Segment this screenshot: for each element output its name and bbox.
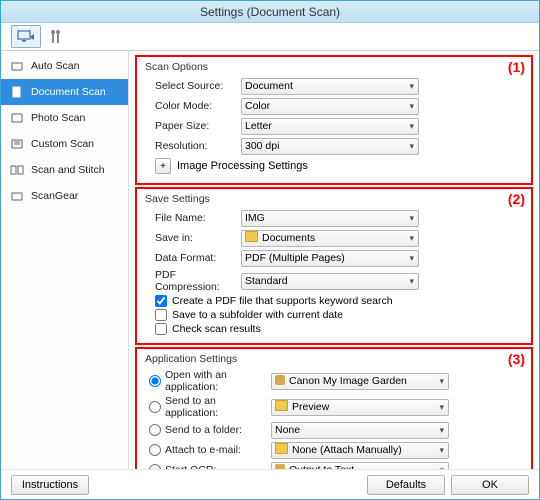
send-to-application-radio[interactable] <box>149 401 161 413</box>
paper-size-label: Paper Size: <box>145 120 241 132</box>
folder-icon <box>275 400 288 414</box>
sidebar-item-label: Auto Scan <box>31 60 79 72</box>
attach-to-email-radio[interactable] <box>149 444 161 456</box>
application-settings-section: (3) Application Settings Open with an ap… <box>135 347 533 469</box>
sidebar-item-label: Document Scan <box>31 86 106 98</box>
attach-to-email-dropdown[interactable]: None (Attach Manually) <box>271 442 449 459</box>
main-panel: (1) Scan Options Select Source: Document… <box>129 51 539 469</box>
start-ocr-radio[interactable] <box>149 464 161 469</box>
send-to-folder-radio[interactable] <box>149 424 161 436</box>
settings-window: Settings (Document Scan) <box>0 0 540 500</box>
sidebar: Auto Scan Document Scan Photo Scan Custo… <box>1 51 129 469</box>
send-to-folder-option[interactable]: Send to a folder: <box>145 424 271 436</box>
document-scan-icon <box>9 84 25 100</box>
save-in-label: Save in: <box>145 232 241 244</box>
expand-image-processing-button[interactable]: + <box>155 158 171 174</box>
open-with-application-radio[interactable] <box>149 375 161 387</box>
scan-options-section: (1) Scan Options Select Source: Document… <box>135 55 533 185</box>
check-scan-results-checkbox[interactable] <box>155 323 167 335</box>
save-settings-section: (2) Save Settings File Name: IMG Save in… <box>135 187 533 345</box>
subfolder-date-label: Save to a subfolder with current date <box>172 309 343 321</box>
resolution-label: Resolution: <box>145 140 241 152</box>
file-name-label: File Name: <box>145 212 241 224</box>
ok-button[interactable]: OK <box>451 475 529 495</box>
tab-scan-from-computer[interactable] <box>11 25 41 48</box>
sidebar-item-photo-scan[interactable]: Photo Scan <box>1 105 128 131</box>
data-format-dropdown[interactable]: PDF (Multiple Pages) <box>241 250 419 267</box>
auto-scan-icon <box>9 58 25 74</box>
pdf-compression-label: PDF Compression: <box>145 269 241 293</box>
tab-general-settings[interactable] <box>41 25 71 48</box>
tools-icon <box>48 29 64 45</box>
sidebar-item-scangear[interactable]: ScanGear <box>1 183 128 209</box>
open-with-application-option[interactable]: Open with an application: <box>145 369 271 393</box>
open-with-application-dropdown[interactable]: Canon My Image Garden <box>271 373 449 390</box>
paper-size-dropdown[interactable]: Letter <box>241 118 419 135</box>
keyword-search-checkbox[interactable] <box>155 295 167 307</box>
app-icon <box>275 464 285 470</box>
sidebar-item-scan-and-stitch[interactable]: Scan and Stitch <box>1 157 128 183</box>
stitch-icon <box>9 162 25 178</box>
color-mode-label: Color Mode: <box>145 100 241 112</box>
color-mode-dropdown[interactable]: Color <box>241 98 419 115</box>
section-number-3: (3) <box>508 351 525 367</box>
app-icon <box>275 375 285 388</box>
body: Auto Scan Document Scan Photo Scan Custo… <box>1 51 539 469</box>
window-title: Settings (Document Scan) <box>200 5 340 19</box>
folder-icon <box>275 443 288 457</box>
sidebar-item-custom-scan[interactable]: Custom Scan <box>1 131 128 157</box>
attach-to-email-option[interactable]: Attach to e-mail: <box>145 444 271 456</box>
image-processing-settings-label: Image Processing Settings <box>177 160 308 172</box>
monitor-icon <box>17 30 35 44</box>
top-toolbar <box>1 23 539 51</box>
sidebar-item-label: Scan and Stitch <box>31 164 105 176</box>
save-settings-title: Save Settings <box>145 193 523 205</box>
defaults-button[interactable]: Defaults <box>367 475 445 495</box>
section-number-2: (2) <box>508 191 525 207</box>
resolution-dropdown[interactable]: 300 dpi <box>241 138 419 155</box>
sidebar-item-auto-scan[interactable]: Auto Scan <box>1 53 128 79</box>
section-number-1: (1) <box>508 59 525 75</box>
custom-scan-icon <box>9 136 25 152</box>
footer: Instructions Defaults OK <box>1 469 539 499</box>
application-settings-title: Application Settings <box>145 353 523 365</box>
send-to-folder-dropdown[interactable]: None <box>271 422 449 439</box>
select-source-dropdown[interactable]: Document <box>241 78 419 95</box>
scan-options-title: Scan Options <box>145 61 523 73</box>
data-format-label: Data Format: <box>145 252 241 264</box>
instructions-button[interactable]: Instructions <box>11 475 89 495</box>
start-ocr-option[interactable]: Start OCR: <box>145 464 271 469</box>
keyword-search-label: Create a PDF file that supports keyword … <box>172 295 393 307</box>
check-scan-results-label: Check scan results <box>172 323 261 335</box>
sidebar-item-label: Custom Scan <box>31 138 94 150</box>
start-ocr-dropdown[interactable]: Output to Text <box>271 462 449 470</box>
titlebar: Settings (Document Scan) <box>1 1 539 23</box>
pdf-compression-dropdown[interactable]: Standard <box>241 273 419 290</box>
scangear-icon <box>9 188 25 204</box>
folder-icon <box>245 231 258 245</box>
sidebar-item-label: Photo Scan <box>31 112 85 124</box>
sidebar-item-document-scan[interactable]: Document Scan <box>1 79 128 105</box>
save-in-dropdown[interactable]: Documents <box>241 230 419 247</box>
file-name-dropdown[interactable]: IMG <box>241 210 419 227</box>
sidebar-item-label: ScanGear <box>31 190 78 202</box>
send-to-application-option[interactable]: Send to an application: <box>145 395 271 419</box>
select-source-label: Select Source: <box>145 80 241 92</box>
send-to-application-dropdown[interactable]: Preview <box>271 399 449 416</box>
photo-scan-icon <box>9 110 25 126</box>
subfolder-date-checkbox[interactable] <box>155 309 167 321</box>
